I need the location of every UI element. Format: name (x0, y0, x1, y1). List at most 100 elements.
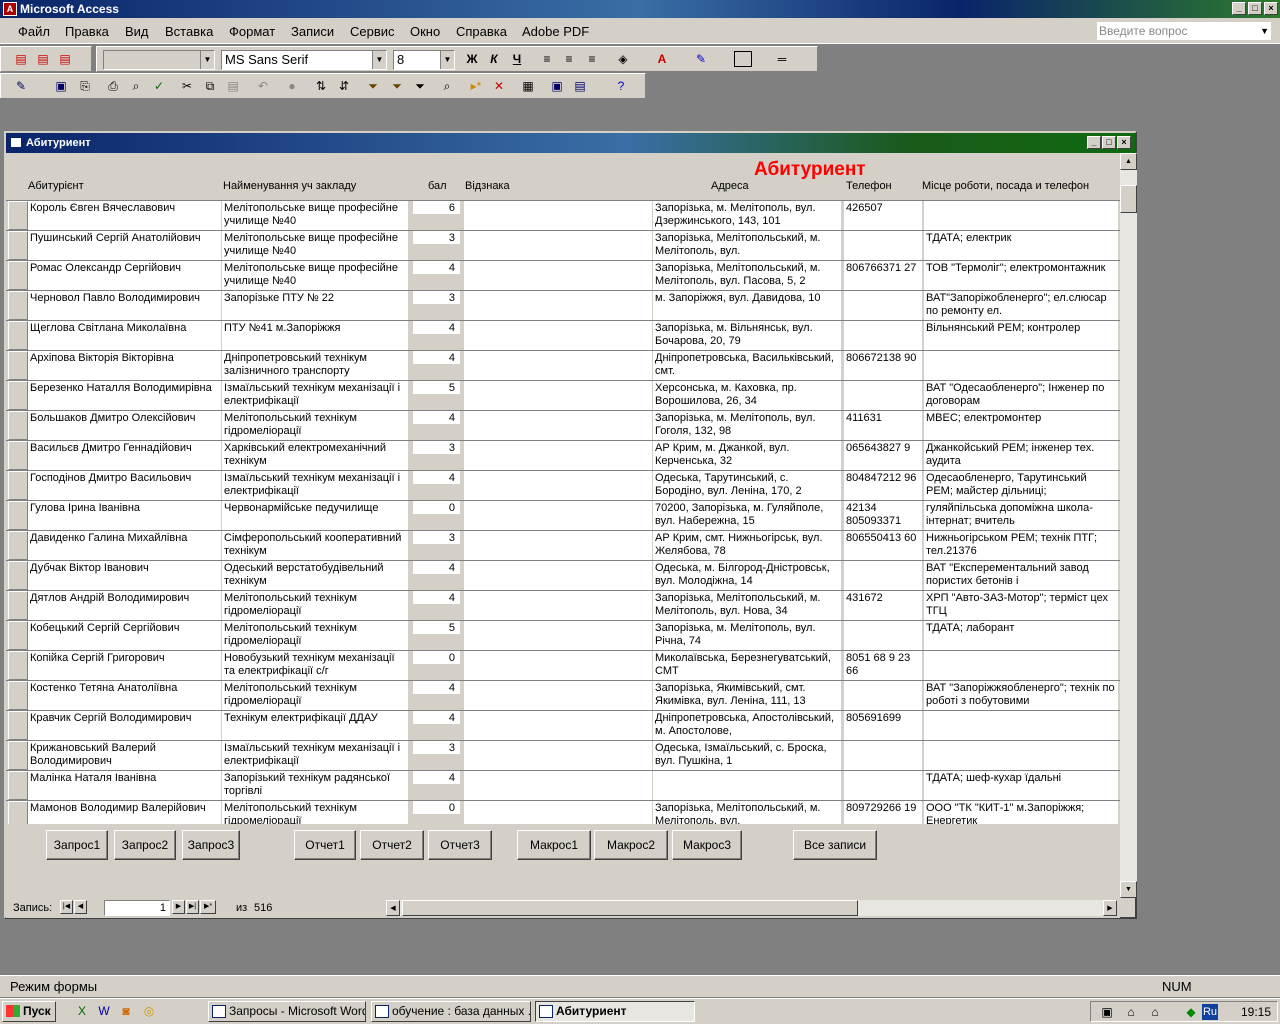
cell-address[interactable]: 70200, Запорізька, м. Гуляйполе, вул. На… (653, 501, 841, 530)
record-selector[interactable] (8, 501, 28, 530)
cell-school[interactable]: Червонармійське педучилище (222, 501, 408, 530)
cell-note[interactable] (464, 681, 652, 710)
cell-address[interactable]: Запорізька, Мелітопольський, м. Мелітопо… (653, 591, 841, 620)
horizontal-scrollbar[interactable]: ◀ ▶ (386, 900, 1117, 916)
pdf-convert-icon[interactable]: ▤ (13, 51, 29, 67)
cell-note[interactable] (464, 561, 652, 590)
cell-work[interactable] (924, 741, 1118, 770)
cell-work[interactable] (924, 201, 1118, 230)
first-record-icon[interactable]: |◀ (60, 900, 73, 914)
hscroll-thumb[interactable] (402, 900, 858, 916)
cell-address[interactable]: Запорізька, Мелітопольський, м. Мелітопо… (653, 261, 841, 290)
cell-name[interactable]: Гулова Ірина Іванівна (28, 501, 221, 530)
cell-school[interactable]: Ізмаїльський технікум механізації і елек… (222, 741, 408, 770)
object-select[interactable]: ▼ (103, 50, 215, 70)
fill-color-icon[interactable]: ◈ (615, 51, 631, 67)
cell-address[interactable]: Запорізька, м. Мелітополь, вул. Гоголя, … (653, 411, 841, 440)
cell-note[interactable] (464, 351, 652, 380)
cell-address[interactable]: Одеська, м. Білгород-Дністровськ, вул. М… (653, 561, 841, 590)
record-selector[interactable] (8, 771, 28, 800)
cell-address[interactable]: АР Крим, м. Джанкой, вул. Керченська, 32 (653, 441, 841, 470)
copy-icon[interactable]: ⧉ (202, 78, 218, 94)
record-selector[interactable] (8, 261, 28, 290)
record-selector[interactable] (8, 471, 28, 500)
cell-school[interactable]: Дніпропетровський технікум залізничного … (222, 351, 408, 380)
save-tray-icon[interactable]: ▣ (1099, 1004, 1115, 1020)
sort-descending-icon[interactable]: ⇵ (336, 78, 352, 94)
print-preview-icon[interactable]: ⌕ (128, 78, 144, 94)
report1-button[interactable]: Отчет1 (294, 830, 356, 860)
cell-note[interactable] (464, 321, 652, 350)
scroll-thumb[interactable] (1120, 185, 1137, 213)
record-selector[interactable] (8, 231, 28, 260)
menu-tools[interactable]: Сервис (350, 24, 395, 39)
cell-score[interactable]: 3 (413, 531, 460, 552)
cell-name[interactable]: Васильєв Дмитро Геннадійович (28, 441, 221, 470)
cell-work[interactable]: Одесаобленерго, Тарутинський РЕМ; майсте… (924, 471, 1118, 500)
cell-note[interactable] (464, 591, 652, 620)
help-icon[interactable]: ? (613, 78, 629, 94)
cell-address[interactable]: Дніпропетровська, Апостолівський, м. Апо… (653, 711, 841, 740)
spelling-icon[interactable]: ✓ (151, 78, 167, 94)
chevron-down-icon[interactable]: ▼ (1260, 22, 1269, 40)
menu-edit[interactable]: Правка (65, 24, 109, 39)
cell-name[interactable]: Ромас Олександр Сергійович (28, 261, 221, 290)
close-button[interactable]: × (1264, 2, 1278, 15)
menu-view[interactable]: Вид (125, 24, 149, 39)
task-word[interactable]: Запросы - Microsoft Word (208, 1001, 366, 1022)
view-icon[interactable]: ✎ (13, 78, 29, 94)
cell-score[interactable]: 4 (413, 261, 460, 282)
cell-work[interactable]: ХРП "Авто-ЗАЗ-Мотор"; терміст цех ТГЦ (924, 591, 1118, 620)
cell-school[interactable]: Харківський електромеханічний технікум (222, 441, 408, 470)
record-selector[interactable] (8, 441, 28, 470)
align-right-icon[interactable]: ≡ (584, 51, 600, 67)
record-selector[interactable] (8, 531, 28, 560)
cell-school[interactable]: Мелітопольський технікум гідромеліорації (222, 681, 408, 710)
record-selector[interactable] (8, 381, 28, 410)
cell-score[interactable]: 4 (413, 591, 460, 612)
cell-note[interactable] (464, 501, 652, 530)
cell-phone[interactable]: 809729266 19 (844, 801, 922, 824)
bold-icon[interactable]: Ж (464, 51, 480, 67)
form-close-button[interactable]: × (1117, 136, 1131, 149)
cell-school[interactable]: Ізмаїльський технікум механізації і елек… (222, 381, 408, 410)
cell-phone[interactable] (844, 561, 922, 590)
cell-name[interactable]: Король Євген Вячеславович (28, 201, 221, 230)
cell-phone[interactable] (844, 741, 922, 770)
border-icon[interactable] (734, 51, 752, 67)
cell-score[interactable]: 3 (413, 291, 460, 312)
cell-name[interactable]: Малінка Наталя Іванівна (28, 771, 221, 800)
cell-name[interactable]: Копійка Сергій Григорович (28, 651, 221, 680)
cell-address[interactable]: Запорізька, м. Мелітополь, вул. Річна, 7… (653, 621, 841, 650)
record-selector[interactable] (8, 201, 28, 230)
cell-address[interactable]: Одеська, Ізмаїльський, с. Броска, вул. П… (653, 741, 841, 770)
cell-name[interactable]: Березенко Наталля Володимирівна (28, 381, 221, 410)
cell-address[interactable]: Херсонська, м. Каховка, пр. Ворошилова, … (653, 381, 841, 410)
menu-window[interactable]: Окно (410, 24, 440, 39)
macro3-button[interactable]: Макрос3 (672, 830, 742, 860)
cell-note[interactable] (464, 771, 652, 800)
browser-quicklaunch-icon[interactable]: ◎ (141, 1003, 157, 1019)
cell-name[interactable]: Большаков Дмитро Олексійович (28, 411, 221, 440)
cell-school[interactable]: Одеський верстатобудівельний технікум (222, 561, 408, 590)
last-record-icon[interactable]: ▶| (186, 900, 199, 914)
cell-school[interactable]: Запорізьке ПТУ № 22 (222, 291, 408, 320)
cell-phone[interactable]: 431672 (844, 591, 922, 620)
form-minimize-button[interactable]: _ (1087, 136, 1101, 149)
macro2-button[interactable]: Макрос2 (594, 830, 668, 860)
paste-icon[interactable]: ▤ (225, 78, 241, 94)
cell-score[interactable]: 4 (413, 711, 460, 732)
delete-record-icon[interactable]: ✕ (491, 78, 507, 94)
database-window-icon[interactable]: ▣ (549, 78, 565, 94)
cell-work[interactable]: ТОВ "Термоліг"; електромонтажник (924, 261, 1118, 290)
cell-phone[interactable] (844, 291, 922, 320)
cell-school[interactable]: Мелітопольське вище професійне училище №… (222, 201, 408, 230)
cell-school[interactable]: Мелітопольське вище професійне училище №… (222, 231, 408, 260)
cell-address[interactable]: Запорізька, Мелітопольський, м. Мелітопо… (653, 801, 841, 824)
pdf-review-icon[interactable]: ▤ (57, 51, 73, 67)
cell-name[interactable]: Щеглова Світлана Миколаївна (28, 321, 221, 350)
cell-work[interactable]: ТДАТА; шеф-кухар їдальні (924, 771, 1118, 800)
task-form[interactable]: Абитуриент (535, 1001, 695, 1022)
cell-note[interactable] (464, 381, 652, 410)
cell-name[interactable]: Давиденко Галина Михайлівна (28, 531, 221, 560)
